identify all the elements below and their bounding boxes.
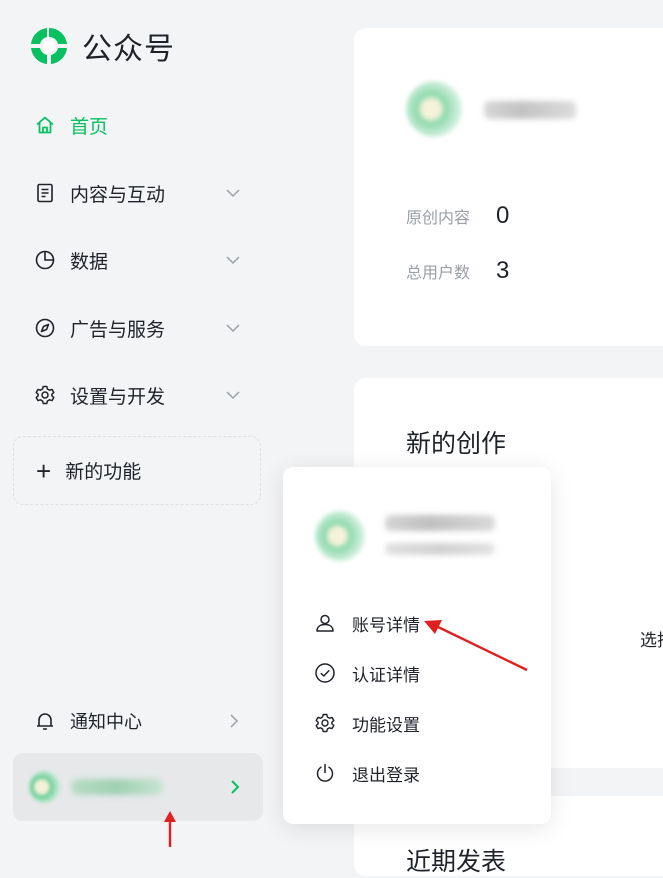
chevron-right-icon <box>230 714 239 728</box>
sidebar-item-label: 设置与开发 <box>70 386 166 408</box>
app-logo[interactable]: 公众号 <box>28 24 175 68</box>
sidebar-item-content[interactable]: 内容与互动 <box>34 175 249 211</box>
bell-icon <box>37 713 53 730</box>
account-id-blurred <box>385 543 495 555</box>
gear-icon <box>34 384 56 406</box>
menu-item-label: 账号详情 <box>352 615 420 635</box>
sidebar-item-home[interactable]: 首页 <box>34 107 249 143</box>
check-circle-icon <box>314 662 336 684</box>
sidebar-item-label: 数据 <box>70 251 109 273</box>
chevron-down-icon <box>226 189 240 198</box>
stat-total-users: 总用户数 3 <box>406 257 509 285</box>
chevron-down-icon <box>226 324 240 333</box>
sidebar-item-data[interactable]: 数据 <box>34 242 249 278</box>
avatar <box>315 511 365 561</box>
new-feature-button[interactable]: + 新的功能 <box>13 436 261 505</box>
section-title: 近期发表 <box>406 848 507 876</box>
stat-value: 0 <box>496 202 510 229</box>
chevron-right-icon <box>231 780 240 794</box>
gear-icon <box>314 712 336 734</box>
avatar <box>406 81 462 137</box>
menu-item-feature-settings[interactable]: 功能设置 <box>314 708 514 738</box>
red-arrow-annotation <box>424 620 528 672</box>
stat-label: 原创内容 <box>406 210 471 227</box>
app-title: 公众号 <box>82 33 175 66</box>
account-name-blurred <box>484 101 576 119</box>
notification-center[interactable]: 通知中心 <box>34 703 249 739</box>
red-arrow-up-annotation <box>164 811 176 847</box>
account-switcher[interactable] <box>13 753 263 821</box>
user-icon <box>314 612 336 634</box>
chevron-down-icon <box>226 256 240 265</box>
sidebar-item-label: 首页 <box>70 116 109 138</box>
power-icon <box>314 762 336 784</box>
menu-item-label: 功能设置 <box>352 715 420 735</box>
menu-item-logout[interactable]: 退出登录 <box>314 758 514 788</box>
notification-label: 通知中心 <box>70 712 142 732</box>
pie-chart-icon <box>34 249 56 271</box>
account-name-blurred <box>385 515 495 531</box>
account-name-blurred <box>71 779 163 795</box>
sidebar-item-settings[interactable]: 设置与开发 <box>34 377 249 413</box>
stat-value: 3 <box>496 257 510 284</box>
chevron-down-icon <box>226 391 240 400</box>
wechat-official-logo-icon <box>31 27 67 64</box>
stat-label: 总用户数 <box>406 265 471 282</box>
select-link[interactable]: 选择 <box>640 626 663 651</box>
plus-icon: + <box>36 455 52 486</box>
home-icon <box>34 114 56 136</box>
stat-original-content: 原创内容 0 <box>406 202 509 230</box>
compass-icon <box>34 317 56 339</box>
menu-item-label: 认证详情 <box>352 665 420 685</box>
menu-item-label: 退出登录 <box>352 765 420 785</box>
sidebar-item-ads[interactable]: 广告与服务 <box>34 310 249 346</box>
account-overview-card: 原创内容 0 总用户数 3 <box>354 28 663 346</box>
sidebar-item-label: 内容与互动 <box>70 184 166 206</box>
section-title: 新的创作 <box>406 430 507 458</box>
document-icon <box>34 182 56 204</box>
sidebar-item-label: 广告与服务 <box>70 319 166 341</box>
avatar <box>29 771 61 803</box>
new-feature-label: 新的功能 <box>65 462 142 483</box>
